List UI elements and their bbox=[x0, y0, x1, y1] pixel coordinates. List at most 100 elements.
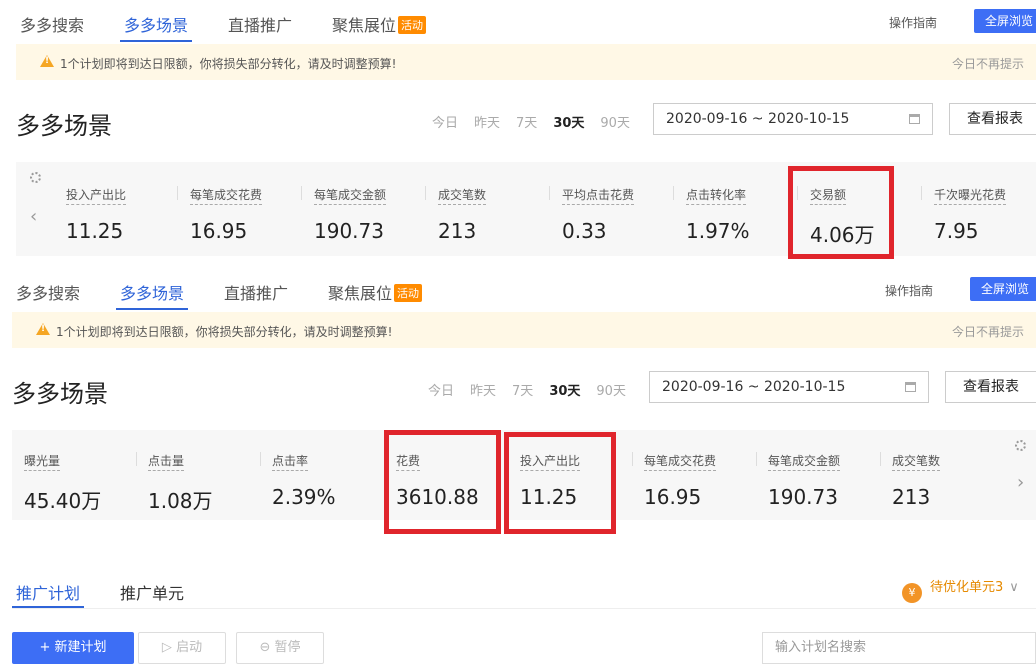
activity-badge: 活动 bbox=[394, 284, 423, 302]
date-range-value: 2020-09-16 ~ 2020-10-15 bbox=[666, 111, 850, 127]
metric-label: 每笔成交花费 bbox=[644, 452, 717, 471]
view-report-button[interactable]: 查看报表 bbox=[949, 103, 1036, 135]
product-tabs: 多多搜索 多多场景 直播推广 聚焦展位 活动 操作指南 全屏浏览 bbox=[0, 0, 1036, 44]
range-yesterday[interactable]: 昨天 bbox=[470, 384, 496, 399]
highlight-box-spend bbox=[384, 430, 501, 534]
screenshot-panel-top: 多多搜索 多多场景 直播推广 聚焦展位活动 操作指南 全屏浏览 1个计划即将到达… bbox=[0, 0, 1036, 268]
activity-badge: 活动 bbox=[398, 16, 427, 34]
metric-divider bbox=[921, 186, 922, 200]
tab-focus-display-label: 聚焦展位 bbox=[332, 16, 397, 35]
range-yesterday[interactable]: 昨天 bbox=[474, 116, 500, 131]
pause-icon: ⊖ bbox=[259, 640, 275, 655]
range-30d[interactable]: 30天 bbox=[549, 384, 580, 399]
metric-label: 每笔成交金额 bbox=[768, 452, 841, 471]
metric-label: 点击量 bbox=[148, 452, 185, 471]
tab-live-promo[interactable]: 直播推广 bbox=[224, 280, 288, 304]
tab-focus-display[interactable]: 聚焦展位 活动 bbox=[332, 12, 427, 36]
screenshot-panel-bottom: 多多搜索 多多场景 直播推广 聚焦展位活动 操作指南 全屏浏览 1个计划即将到达… bbox=[0, 268, 1036, 672]
metric-value: 1.08万 bbox=[148, 489, 213, 513]
play-icon: ▷ bbox=[161, 640, 177, 655]
fullscreen-button[interactable]: 全屏浏览 bbox=[970, 277, 1036, 301]
range-today[interactable]: 今日 bbox=[428, 384, 454, 399]
dismiss-today-link[interactable]: 今日不再提示 bbox=[952, 323, 1024, 340]
metric-value: 213 bbox=[438, 219, 477, 243]
settings-gear-icon[interactable] bbox=[30, 172, 41, 183]
view-report-button[interactable]: 查看报表 bbox=[945, 371, 1036, 403]
metric-cost-per-order: 每笔成交花费 16.95 bbox=[644, 450, 717, 509]
range-90d[interactable]: 90天 bbox=[596, 384, 626, 399]
range-30d[interactable]: 30天 bbox=[553, 116, 584, 131]
warning-icon bbox=[40, 55, 54, 67]
active-tab-indicator bbox=[120, 40, 192, 42]
date-range-value: 2020-09-16 ~ 2020-10-15 bbox=[662, 379, 846, 395]
start-button[interactable]: ▷ 启动 bbox=[138, 632, 226, 664]
date-range-picker[interactable]: 2020-09-16 ~ 2020-10-15 bbox=[649, 371, 929, 403]
warning-icon bbox=[36, 323, 50, 335]
metric-divider bbox=[177, 186, 178, 200]
tab-focus-display[interactable]: 聚焦展位 活动 bbox=[328, 280, 423, 304]
metric-value: 7.95 bbox=[934, 219, 979, 243]
metric-divider bbox=[425, 186, 426, 200]
pending-optimization[interactable]: ¥ 待优化单元3 ∨ bbox=[902, 576, 1019, 603]
metric-divider bbox=[260, 452, 261, 466]
tab-campaigns[interactable]: 推广计划 bbox=[16, 580, 80, 604]
metric-label: 曝光量 bbox=[24, 452, 61, 471]
tab-ad-units[interactable]: 推广单元 bbox=[120, 580, 184, 604]
metric-value: 16.95 bbox=[190, 219, 248, 243]
metric-label: 千次曝光花费 bbox=[934, 186, 1007, 205]
campaign-search-input[interactable]: 输入计划名搜索 bbox=[762, 632, 1036, 664]
tab-live-promo[interactable]: 直播推广 bbox=[228, 12, 292, 36]
dismiss-today-link[interactable]: 今日不再提示 bbox=[952, 55, 1024, 72]
product-tabs: 多多搜索 多多场景 直播推广 聚焦展位 活动 操作指南 全屏浏览 bbox=[0, 268, 1036, 312]
metric-divider bbox=[756, 452, 757, 466]
metric-label: 点击率 bbox=[272, 452, 309, 471]
metric-cpm: 千次曝光花费 7.95 bbox=[934, 184, 1007, 243]
calendar-icon bbox=[905, 382, 916, 392]
chevron-right-icon[interactable]: › bbox=[1017, 472, 1024, 493]
page-title: 多多场景 bbox=[16, 112, 112, 140]
metric-ctr: 点击率 2.39% bbox=[272, 450, 336, 509]
metric-value: 16.95 bbox=[644, 485, 702, 509]
metric-amount-per-order: 每笔成交金额 190.73 bbox=[314, 184, 387, 243]
metric-label: 点击转化率 bbox=[686, 186, 747, 205]
date-range-picker[interactable]: 2020-09-16 ~ 2020-10-15 bbox=[653, 103, 933, 135]
pause-button[interactable]: ⊖ 暂停 bbox=[236, 632, 324, 664]
date-range-presets: 今日 昨天 7天 30天 90天 bbox=[428, 380, 642, 399]
metric-amount-per-order: 每笔成交金额 190.73 bbox=[768, 450, 841, 509]
metric-label: 平均点击花费 bbox=[562, 186, 635, 205]
date-range-presets: 今日 昨天 7天 30天 90天 bbox=[432, 112, 646, 131]
start-label: 启动 bbox=[176, 640, 203, 655]
range-90d[interactable]: 90天 bbox=[600, 116, 630, 131]
range-7d[interactable]: 7天 bbox=[516, 116, 537, 131]
tab-duoduo-search[interactable]: 多多搜索 bbox=[20, 12, 84, 36]
pause-label: 暂停 bbox=[274, 640, 301, 655]
guide-link[interactable]: 操作指南 bbox=[885, 282, 933, 299]
settings-gear-icon[interactable] bbox=[1015, 440, 1026, 451]
metric-cost-per-order: 每笔成交花费 16.95 bbox=[190, 184, 263, 243]
range-today[interactable]: 今日 bbox=[432, 116, 458, 131]
range-7d[interactable]: 7天 bbox=[512, 384, 533, 399]
metric-value: 2.39% bbox=[272, 485, 336, 509]
metric-value: 11.25 bbox=[66, 219, 124, 243]
metric-avg-click-cost: 平均点击花费 0.33 bbox=[562, 184, 635, 243]
metric-order-count: 成交笔数 213 bbox=[438, 184, 487, 243]
metric-value: 1.97% bbox=[686, 219, 750, 243]
tab-duoduo-search[interactable]: 多多搜索 bbox=[16, 280, 80, 304]
fullscreen-button[interactable]: 全屏浏览 bbox=[974, 9, 1036, 33]
metric-divider bbox=[549, 186, 550, 200]
tab-duoduo-scene[interactable]: 多多场景 bbox=[120, 280, 184, 304]
guide-link[interactable]: 操作指南 bbox=[889, 14, 937, 31]
metric-divider bbox=[301, 186, 302, 200]
chevron-left-icon[interactable]: ‹ bbox=[30, 206, 37, 227]
budget-warning-bar: 1个计划即将到达日限额，你将损失部分转化，请及时调整预算! 今日不再提示 bbox=[16, 44, 1036, 80]
pending-optimization-label: 待优化单元3 bbox=[930, 580, 1004, 595]
calendar-icon bbox=[909, 114, 920, 124]
highlight-box-roi bbox=[504, 432, 616, 534]
active-tab-indicator bbox=[116, 308, 188, 310]
tab-duoduo-scene[interactable]: 多多场景 bbox=[124, 12, 188, 36]
metric-label: 每笔成交花费 bbox=[190, 186, 263, 205]
metric-label: 投入产出比 bbox=[66, 186, 127, 205]
subtab-divider bbox=[12, 608, 1036, 609]
new-campaign-button[interactable]: + 新建计划 bbox=[12, 632, 134, 664]
budget-warning-bar: 1个计划即将到达日限额，你将损失部分转化，请及时调整预算! 今日不再提示 bbox=[12, 312, 1036, 348]
